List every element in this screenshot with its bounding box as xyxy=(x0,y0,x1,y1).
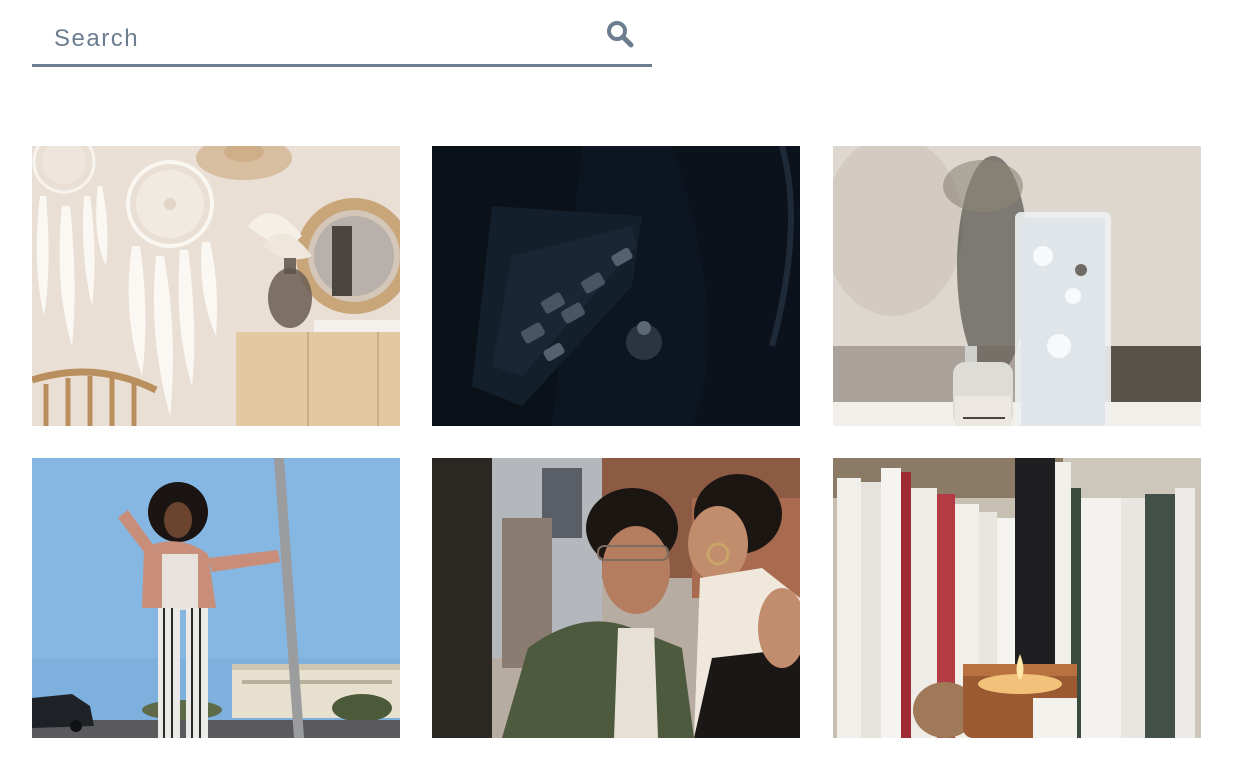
search-bar xyxy=(32,12,652,67)
glass-bottle-image xyxy=(833,146,1201,426)
car-door-image xyxy=(432,146,800,426)
gallery-photo-glass-bottle[interactable] xyxy=(833,146,1201,426)
gallery-photo-car-door[interactable] xyxy=(432,146,801,426)
books-candle-image xyxy=(833,458,1201,738)
gallery-photo-woman-pole[interactable] xyxy=(32,458,400,738)
search-icon[interactable] xyxy=(606,20,634,48)
gallery-photo-couple[interactable] xyxy=(432,458,801,738)
gallery-photo-books-candle[interactable] xyxy=(833,458,1201,738)
dreamcatchers-image xyxy=(32,146,400,426)
woman-pole-image xyxy=(32,458,400,738)
gallery-photo-dreamcatchers[interactable] xyxy=(32,146,400,426)
search-input[interactable] xyxy=(52,18,616,60)
couple-image xyxy=(432,458,800,738)
